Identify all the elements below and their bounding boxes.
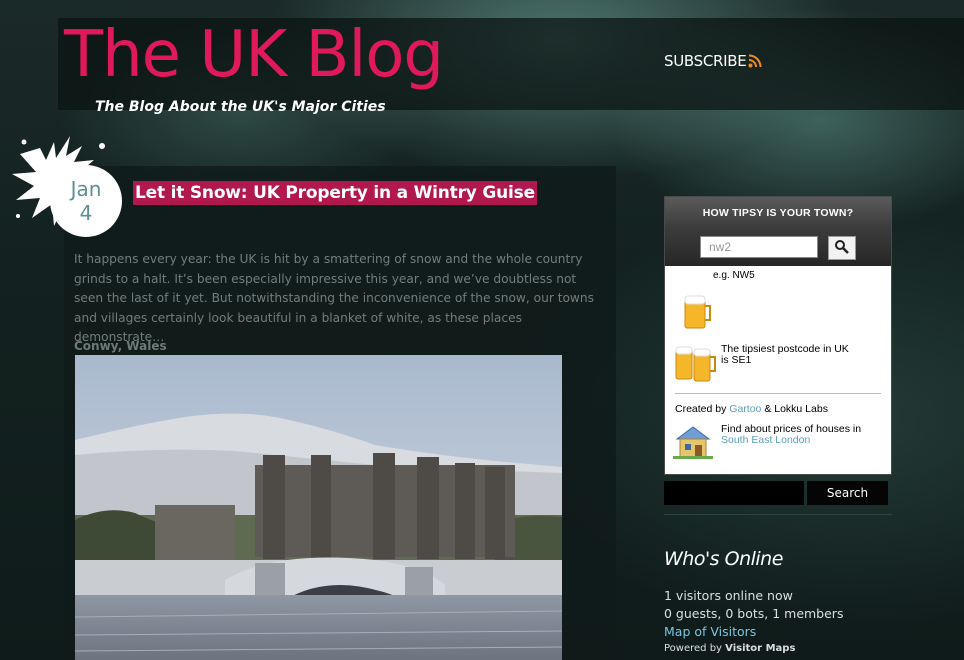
powered-by-prefix: Powered by bbox=[664, 643, 722, 654]
post-excerpt: It happens every year: the UK is hit by … bbox=[74, 252, 594, 344]
two-beer-mugs-icon bbox=[675, 346, 716, 382]
conwy-castle-photo bbox=[75, 355, 562, 660]
magnifier-icon bbox=[835, 239, 849, 254]
postcode-input[interactable] bbox=[700, 236, 818, 258]
site-search-input[interactable] bbox=[664, 481, 804, 505]
whos-online-heading: Who's Online bbox=[664, 548, 783, 570]
site-search-button[interactable]: Search bbox=[807, 481, 888, 505]
tipsy-widget-title: HOW TIPSY IS YOUR TOWN? bbox=[702, 207, 854, 219]
post-date-badge: Jan 4 bbox=[50, 165, 122, 237]
credits-prefix: Created by bbox=[675, 403, 727, 415]
widget-divider bbox=[675, 393, 881, 394]
house-prices-text: Find about prices of houses in South Eas… bbox=[721, 424, 886, 446]
rss-icon bbox=[748, 54, 762, 68]
south-east-london-link[interactable]: South East London bbox=[721, 434, 810, 446]
visitors-online-count: 1 visitors online now bbox=[664, 588, 793, 603]
subscribe-label: SUBSCRIBE bbox=[664, 52, 747, 70]
map-of-visitors-link[interactable]: Map of Visitors bbox=[664, 624, 756, 639]
tipsy-widget-header: HOW TIPSY IS YOUR TOWN? bbox=[665, 197, 891, 266]
post-date-month: Jan bbox=[70, 177, 102, 201]
visitor-maps-link[interactable]: Visitor Maps bbox=[725, 643, 795, 654]
postcode-example: e.g. NW5 bbox=[713, 270, 755, 281]
site-tagline: The Blog About the UK's Major Cities bbox=[95, 99, 386, 115]
house-icon bbox=[673, 426, 713, 459]
post-date-day: 4 bbox=[79, 201, 93, 225]
subscribe-link[interactable]: SUBSCRIBE bbox=[664, 52, 762, 70]
beer-mug-icon bbox=[684, 295, 711, 329]
map-of-visitors-line: Map of Visitors bbox=[664, 624, 756, 639]
powered-by-line: Powered by Visitor Maps bbox=[664, 643, 795, 654]
post-title-link[interactable]: Let it Snow: UK Property in a Wintry Gui… bbox=[133, 181, 537, 205]
postcode-search-button[interactable] bbox=[828, 236, 856, 260]
tipsiest-postcode-text: The tipsiest postcode in UK is SE1 bbox=[721, 343, 849, 366]
credits-suffix: & Lokku Labs bbox=[764, 403, 828, 415]
tipsy-widget: HOW TIPSY IS YOUR TOWN? e.g. NW5 The tip… bbox=[664, 196, 892, 475]
visitor-breakdown: 0 guests, 0 bots, 1 members bbox=[664, 606, 844, 621]
site-title[interactable]: The UK Blog bbox=[64, 18, 444, 92]
widget-credits: Created by Gartoo & Lokku Labs bbox=[675, 403, 828, 415]
post-section-heading: Conwy, Wales bbox=[74, 339, 167, 353]
sidebar-divider bbox=[664, 514, 892, 515]
gartoo-link[interactable]: Gartoo bbox=[729, 403, 761, 415]
